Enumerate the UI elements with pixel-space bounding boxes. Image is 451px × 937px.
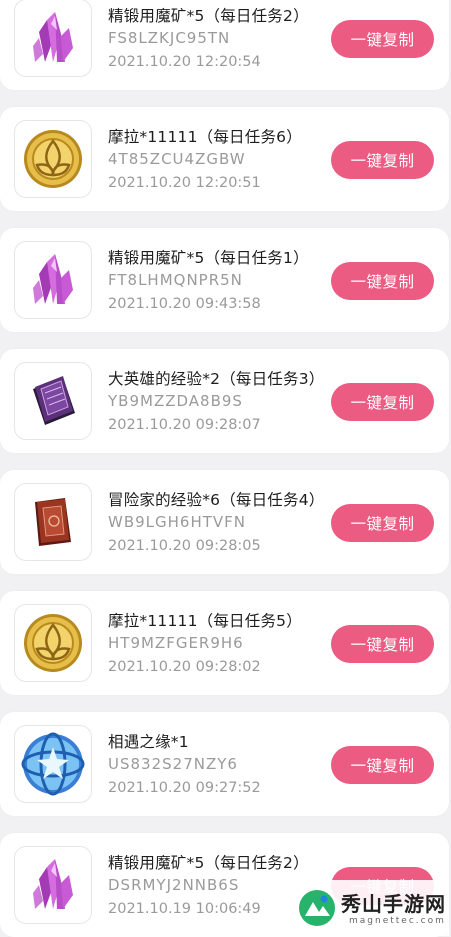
- mora-coin-icon: [14, 604, 92, 682]
- list-item: 摩拉*11111（每日任务5） HT9MZFGER9H6 2021.10.20 …: [0, 591, 449, 695]
- red-book-icon: [14, 483, 92, 561]
- redeem-code: YB9MZZDA8B9S: [108, 392, 243, 410]
- item-title: 相遇之缘*1: [108, 733, 189, 751]
- site-logo-icon: [299, 890, 335, 926]
- watermark-name: 秀山手游网: [341, 892, 446, 916]
- redeem-code: FT8LHMQNPR5N: [108, 271, 243, 289]
- item-title: 精锻用魔矿*5（每日任务2）: [108, 7, 309, 25]
- timestamp: 2021.10.20 09:43:58: [108, 296, 261, 312]
- item-title: 大英雄的经验*2（每日任务3）: [108, 370, 325, 388]
- item-title: 精锻用魔矿*5（每日任务1）: [108, 249, 309, 267]
- site-watermark: 秀山手游网 magnettec.com: [289, 880, 449, 936]
- timestamp: 2021.10.20 09:28:02: [108, 659, 261, 675]
- item-title: 摩拉*11111（每日任务6）: [108, 128, 302, 146]
- timestamp: 2021.10.20 12:20:54: [108, 54, 261, 70]
- watermark-url: magnettec.com: [349, 916, 446, 926]
- list-item: 大英雄的经验*2（每日任务3） YB9MZZDA8B9S 2021.10.20 …: [0, 349, 449, 453]
- fate-orb-icon: [14, 725, 92, 803]
- timestamp: 2021.10.20 09:28:05: [108, 538, 261, 554]
- copy-button[interactable]: 一键复制: [331, 625, 434, 663]
- redeem-code: FS8LZKJC95TN: [108, 29, 231, 47]
- item-title: 冒险家的经验*6（每日任务4）: [108, 491, 325, 509]
- copy-button[interactable]: 一键复制: [331, 504, 434, 542]
- redeem-code: WB9LGH6HTVFN: [108, 513, 247, 531]
- list-item: 精锻用魔矿*5（每日任务1） FT8LHMQNPR5N 2021.10.20 0…: [0, 228, 449, 332]
- redeem-code: 4T85ZCU4ZGBW: [108, 150, 246, 168]
- item-title: 摩拉*11111（每日任务5）: [108, 612, 302, 630]
- copy-button[interactable]: 一键复制: [331, 141, 434, 179]
- copy-button[interactable]: 一键复制: [331, 262, 434, 300]
- timestamp: 2021.10.20 12:20:51: [108, 175, 261, 191]
- redeem-code: HT9MZFGER9H6: [108, 634, 244, 652]
- item-title: 精锻用魔矿*5（每日任务2）: [108, 854, 309, 872]
- purple-book-icon: [14, 362, 92, 440]
- copy-button[interactable]: 一键复制: [331, 20, 434, 58]
- redeem-code: DSRMYJ2NNB6S: [108, 876, 240, 894]
- timestamp: 2021.10.19 10:06:49: [108, 901, 261, 917]
- list-item: 摩拉*11111（每日任务6） 4T85ZCU4ZGBW 2021.10.20 …: [0, 107, 449, 211]
- timestamp: 2021.10.20 09:27:52: [108, 780, 261, 796]
- list-item: 精锻用魔矿*5（每日任务2） FS8LZKJC95TN 2021.10.20 1…: [0, 0, 449, 90]
- copy-button[interactable]: 一键复制: [331, 746, 434, 784]
- list-item: 冒险家的经验*6（每日任务4） WB9LGH6HTVFN 2021.10.20 …: [0, 470, 449, 574]
- mora-coin-icon: [14, 120, 92, 198]
- timestamp: 2021.10.20 09:28:07: [108, 417, 261, 433]
- redeem-code: US832S27NZY6: [108, 755, 238, 773]
- crystal-icon: [14, 846, 92, 924]
- crystal-icon: [14, 241, 92, 319]
- list-item: 相遇之缘*1 US832S27NZY6 2021.10.20 09:27:52 …: [0, 712, 449, 816]
- copy-button[interactable]: 一键复制: [331, 383, 434, 421]
- crystal-icon: [14, 0, 92, 77]
